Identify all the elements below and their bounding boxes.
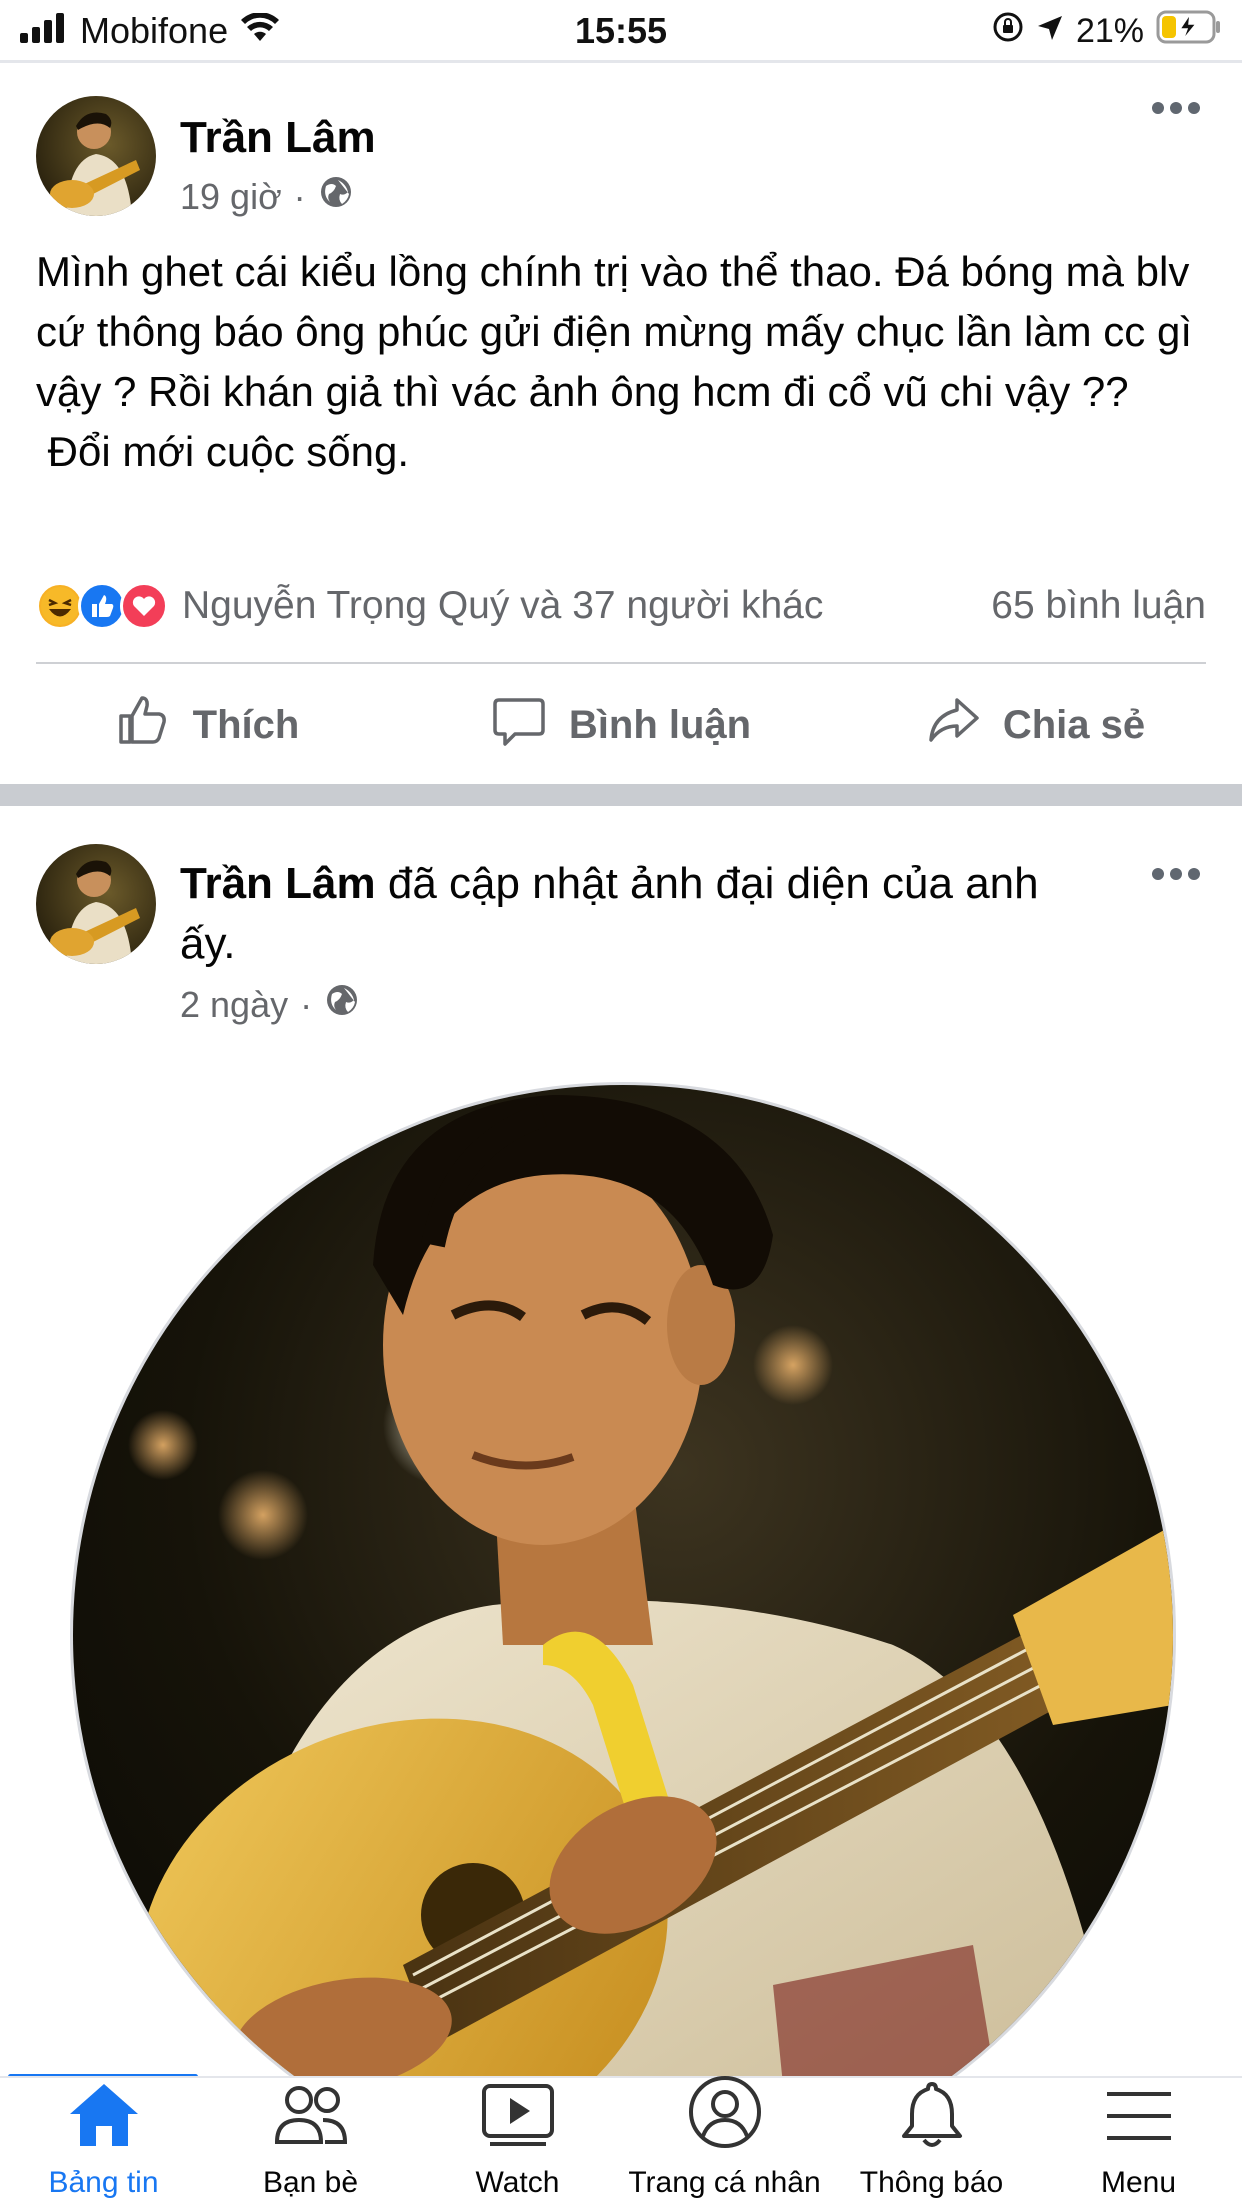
- comment-button[interactable]: Bình luận: [414, 680, 828, 770]
- reactions-summary[interactable]: Nguyễn Trọng Quý và 37 người khác 65 bìn…: [36, 576, 1206, 636]
- home-icon: [66, 2080, 142, 2166]
- tab-label: Trang cá nhân: [628, 2166, 821, 2199]
- dot-icon: [1152, 102, 1164, 114]
- feed-post: Trần Lâm đã cập nhật ảnh đại diện của an…: [0, 806, 1242, 2188]
- post-time[interactable]: 2 ngày: [180, 984, 288, 1026]
- tab-menu[interactable]: Menu: [1035, 2078, 1242, 2208]
- reaction-names[interactable]: Nguyễn Trọng Quý và 37 người khác: [182, 584, 991, 628]
- reaction-icons: [36, 582, 168, 630]
- feed-post: Trần Lâm 19 giờ · Mình ghet cái kiểu lồn…: [0, 64, 1242, 784]
- post-meta: 19 giờ ·: [180, 174, 354, 219]
- thumbs-up-icon: [115, 692, 171, 758]
- tab-news-feed[interactable]: Bảng tin: [0, 2078, 207, 2208]
- tab-label: Bảng tin: [48, 2166, 159, 2199]
- post-divider: [36, 662, 1206, 664]
- more-options-button[interactable]: [1146, 854, 1206, 894]
- post-author: Trần Lâm đã cập nhật ảnh đại diện của an…: [180, 854, 1100, 974]
- dot-icon: [1188, 102, 1200, 114]
- tab-profile[interactable]: Trang cá nhân: [621, 2076, 828, 2208]
- post-text: Mình ghet cái kiểu lồng chính trị vào th…: [36, 248, 1192, 475]
- comment-label: Bình luận: [568, 702, 752, 747]
- author-avatar[interactable]: [36, 844, 156, 964]
- like-button[interactable]: Thích: [0, 680, 414, 770]
- tab-friends[interactable]: Bạn bè: [207, 2078, 414, 2208]
- status-right: 21%: [992, 10, 1222, 53]
- feed-separator: [0, 784, 1242, 806]
- orientation-lock-icon: [992, 11, 1024, 52]
- friends-icon: [273, 2080, 349, 2166]
- battery-charging-icon: [1156, 10, 1222, 53]
- tab-label: Thông báo: [859, 2166, 1004, 2199]
- tab-label: Bạn bè: [262, 2166, 359, 2199]
- dot-icon: [1152, 868, 1164, 880]
- dot-icon: [1170, 102, 1182, 114]
- like-icon: [78, 582, 126, 630]
- bell-icon: [894, 2080, 970, 2166]
- share-label: Chia sẻ: [1002, 702, 1146, 747]
- status-bar: Mobifone 15:55 21%: [0, 0, 1242, 62]
- profile-icon: [687, 2074, 763, 2166]
- haha-icon: [36, 582, 84, 630]
- tab-watch[interactable]: Watch: [414, 2078, 621, 2208]
- comment-count[interactable]: 65 bình luận: [991, 584, 1206, 628]
- dot-icon: [1188, 868, 1200, 880]
- globe-icon: [324, 982, 360, 1027]
- post-author[interactable]: Trần Lâm: [180, 108, 376, 168]
- battery-percent: 21%: [1075, 12, 1144, 50]
- share-arrow-icon: [925, 692, 981, 758]
- post-meta: 2 ngày ·: [180, 982, 360, 1027]
- author-avatar[interactable]: [36, 96, 156, 216]
- comment-bubble-icon: [491, 692, 547, 758]
- tab-notifications[interactable]: Thông báo: [828, 2078, 1035, 2208]
- more-options-button[interactable]: [1146, 88, 1206, 128]
- tab-label: Watch: [475, 2166, 560, 2199]
- watch-icon: [480, 2080, 556, 2166]
- share-button[interactable]: Chia sẻ: [828, 680, 1242, 770]
- post-time[interactable]: 19 giờ: [180, 176, 282, 218]
- profile-picture[interactable]: [70, 1082, 1176, 2188]
- bottom-tab-bar: Bảng tin Bạn bè Watch Trang cá nhân Thôn…: [0, 2076, 1242, 2208]
- location-arrow-icon: [1036, 12, 1064, 51]
- post-actions: Thích Bình luận Chia sẻ: [0, 680, 1242, 770]
- author-name[interactable]: Trần Lâm: [180, 859, 376, 908]
- like-label: Thích: [192, 702, 300, 747]
- love-icon: [120, 582, 168, 630]
- author-name[interactable]: Trần Lâm: [180, 113, 376, 162]
- menu-icon: [1101, 2080, 1177, 2166]
- status-divider: [0, 60, 1242, 63]
- dot-icon: [1170, 868, 1182, 880]
- globe-icon: [318, 174, 354, 219]
- tab-label: Menu: [1100, 2166, 1177, 2199]
